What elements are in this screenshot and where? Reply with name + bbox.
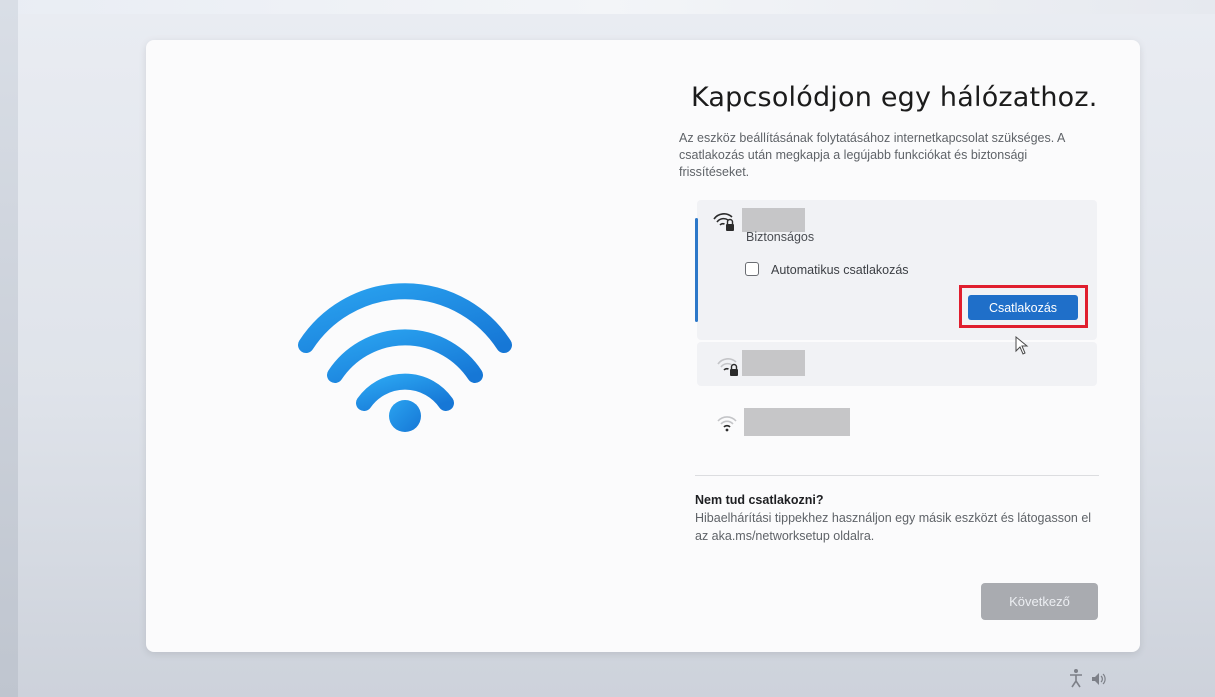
wifi-lock-icon — [713, 213, 734, 231]
connect-button[interactable]: Csatlakozás — [968, 295, 1078, 320]
section-divider — [695, 475, 1099, 476]
network-name-redacted — [744, 408, 850, 436]
page-title: Kapcsolódjon egy hálózathoz. — [691, 82, 1098, 113]
volume-icon[interactable] — [1091, 672, 1107, 686]
wifi-lock-icon — [717, 358, 738, 376]
wifi-hero-icon — [298, 283, 512, 432]
network-security-label: Biztonságos — [746, 230, 815, 244]
network-name-redacted — [742, 208, 805, 232]
help-title: Nem tud csatlakozni? — [695, 493, 824, 507]
auto-connect-checkbox[interactable] — [745, 262, 759, 276]
mouse-cursor-icon — [1015, 336, 1029, 355]
accessibility-icon[interactable] — [1068, 668, 1084, 688]
help-text: Hibaelhárítási tippekhez használjon egy … — [695, 511, 1092, 543]
auto-connect-label[interactable]: Automatikus csatlakozás — [771, 263, 909, 277]
selection-accent-bar — [695, 218, 698, 322]
next-button[interactable]: Következő — [981, 583, 1098, 620]
page-description: Az eszköz beállításának folytatásához in… — [679, 131, 1065, 179]
monitor-bezel-left — [0, 0, 18, 697]
wifi-icon — [717, 416, 737, 432]
network-name-redacted — [742, 350, 805, 376]
